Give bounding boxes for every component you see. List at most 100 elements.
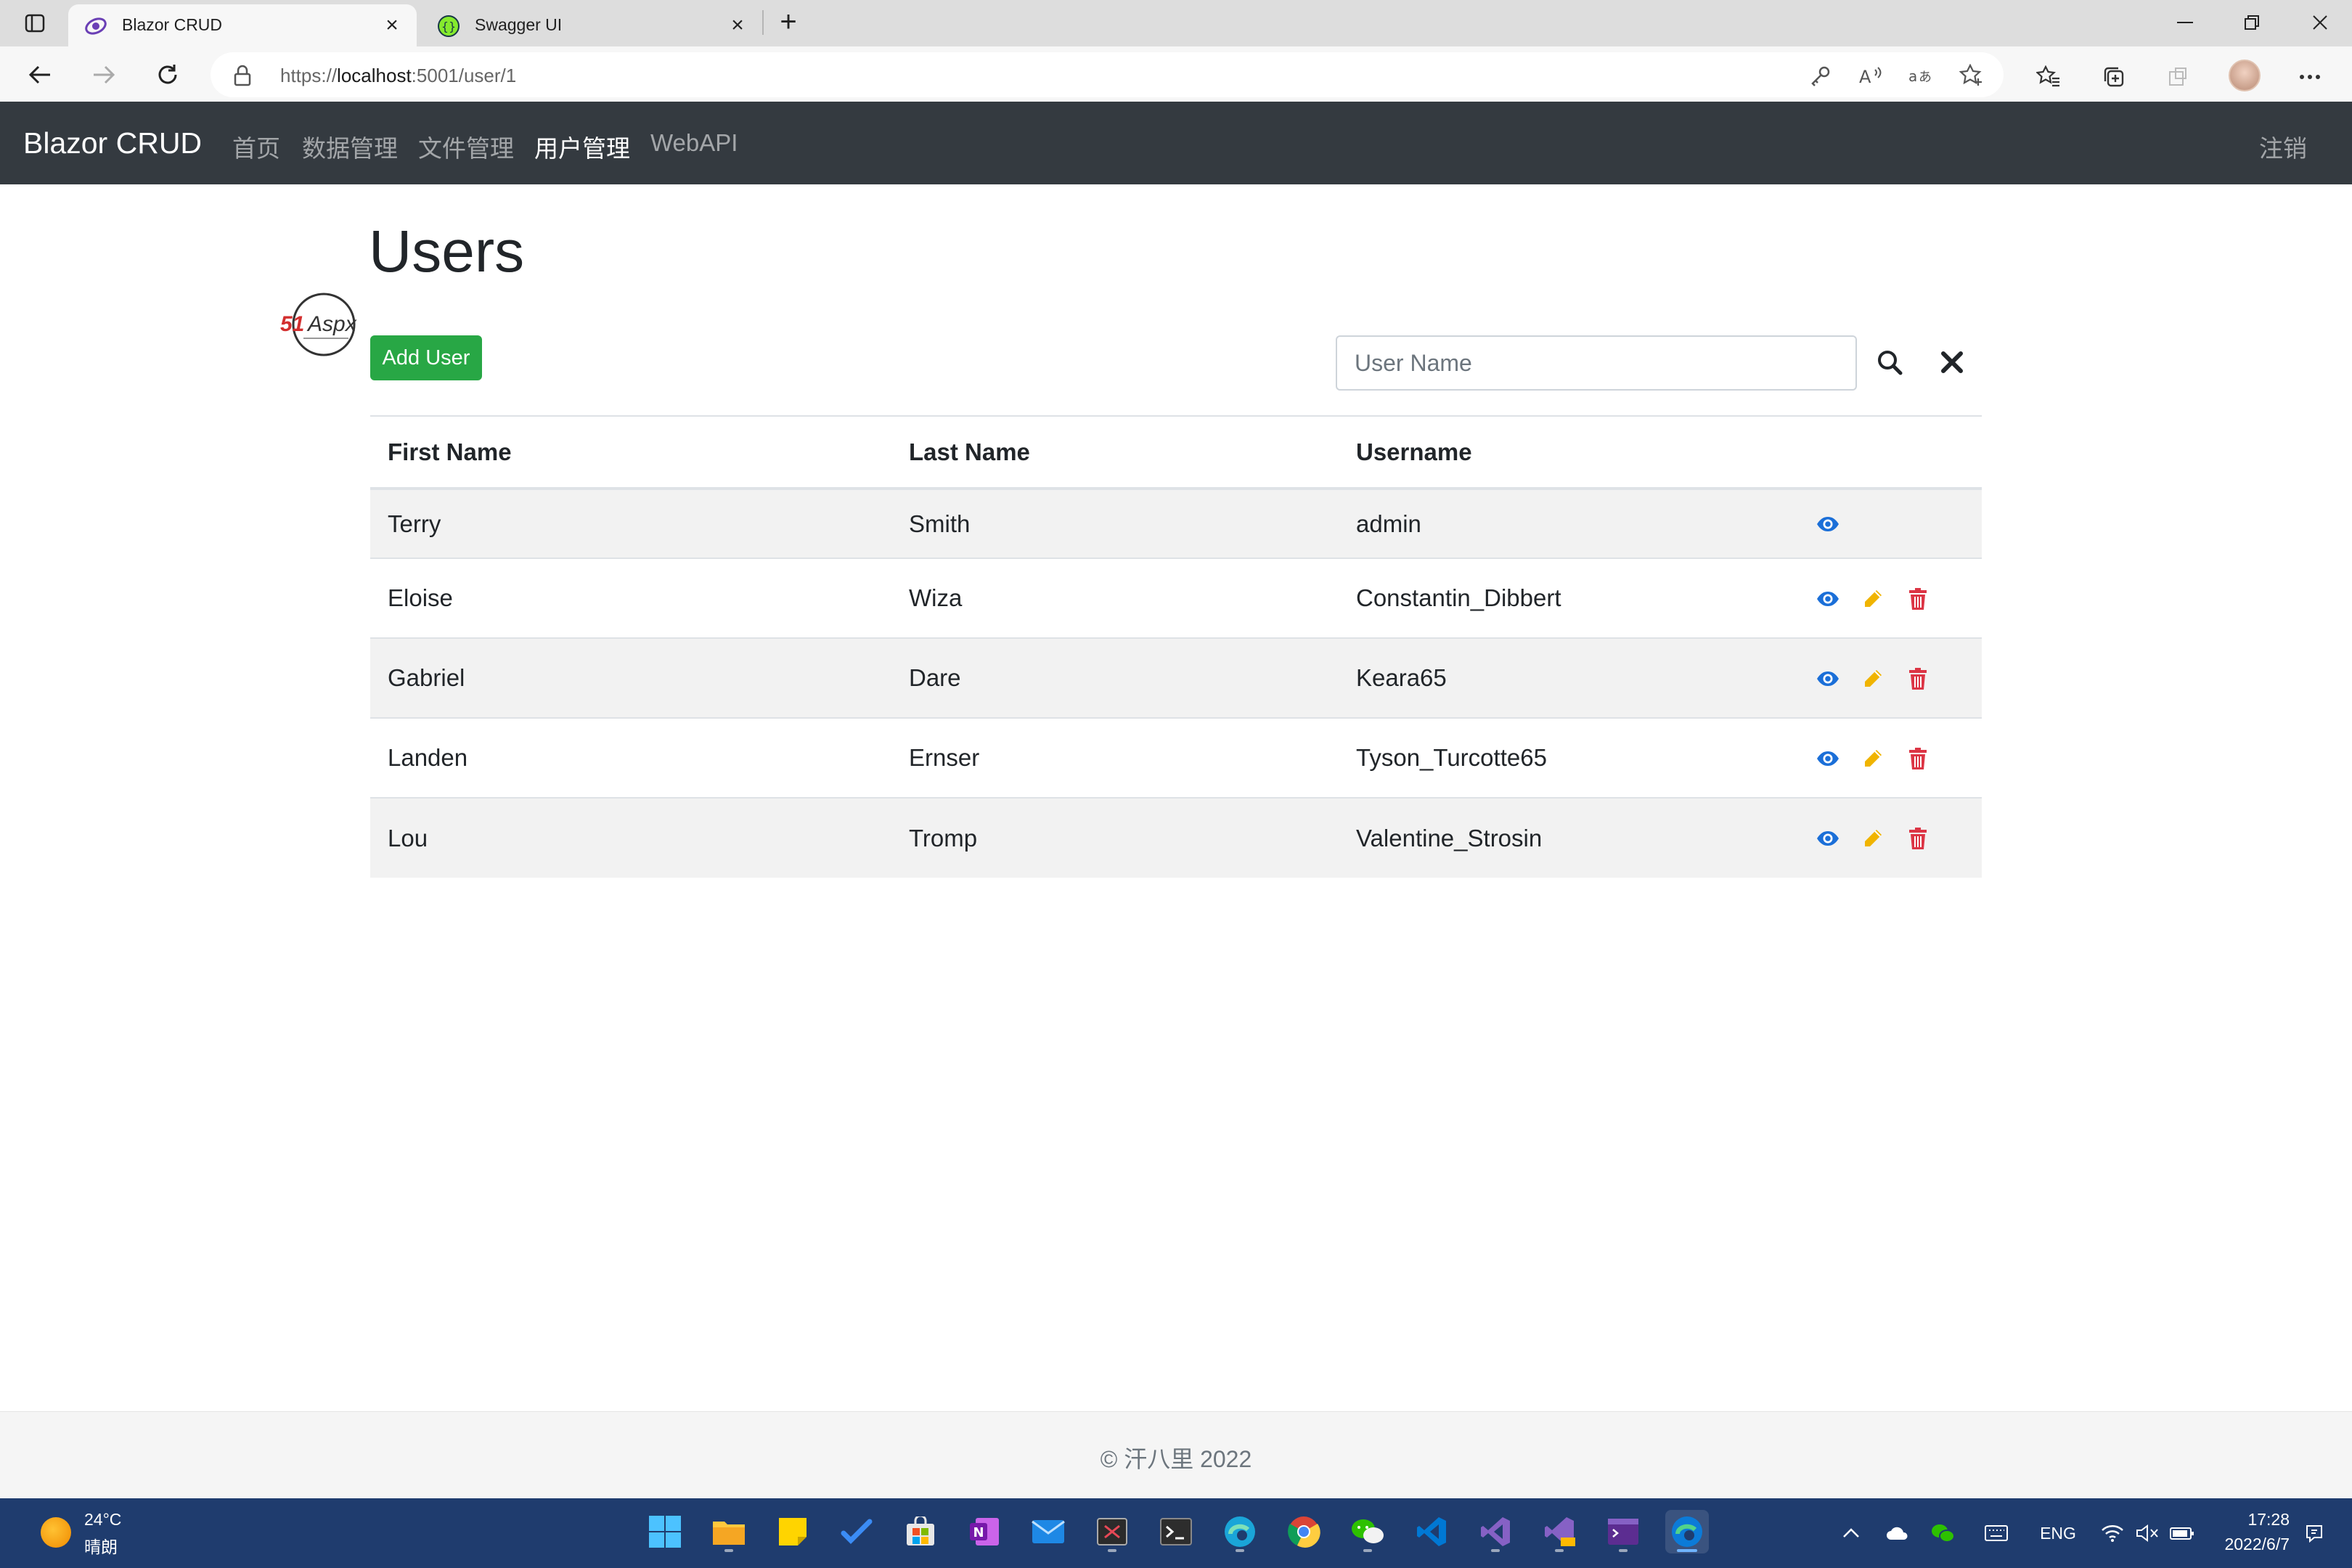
wifi-icon[interactable] <box>2098 1519 2127 1548</box>
mail-icon[interactable] <box>1026 1510 1070 1553</box>
onedrive-cloud-icon[interactable] <box>1883 1519 1912 1548</box>
delete-trash-icon[interactable] <box>1903 664 1932 693</box>
cell-first-name: Terry <box>370 488 891 558</box>
logout-link[interactable]: 注销 <box>2259 129 2307 164</box>
start-menu-icon[interactable] <box>643 1510 687 1553</box>
table-row: Terry Smith admin <box>370 488 1982 558</box>
back-arrow-icon[interactable] <box>22 57 58 93</box>
edit-pencil-icon[interactable] <box>1858 744 1887 773</box>
cell-first-name: Eloise <box>370 558 891 638</box>
forward-arrow-icon[interactable] <box>86 57 122 93</box>
chrome-icon[interactable] <box>1282 1510 1326 1553</box>
close-tab-icon[interactable]: × <box>726 13 749 38</box>
tab-blazor-crud[interactable]: Blazor CRUD × <box>68 4 417 46</box>
delete-trash-icon[interactable] <box>1903 744 1932 773</box>
tab-actions-icon[interactable] <box>20 10 49 36</box>
view-eye-icon[interactable] <box>1813 744 1842 773</box>
cell-last-name: Dare <box>891 637 1339 718</box>
username-search-input[interactable] <box>1336 335 1857 391</box>
cell-last-name: Tromp <box>891 797 1339 878</box>
edit-pencil-icon[interactable] <box>1858 824 1887 853</box>
nav-link-home[interactable]: 首页 <box>232 129 280 164</box>
wechat-icon[interactable] <box>1346 1510 1389 1553</box>
delete-trash-icon[interactable] <box>1903 584 1932 613</box>
browser-tab-bar: Blazor CRUD × {} Swagger UI × + <box>0 0 2352 46</box>
brand-link[interactable]: Blazor CRUD <box>23 126 202 160</box>
minimize-icon[interactable] <box>2163 4 2207 41</box>
delete-trash-icon[interactable] <box>1903 824 1932 853</box>
cell-last-name: Wiza <box>891 558 1339 638</box>
clock-time[interactable]: 17:28 <box>2247 1510 2290 1530</box>
nav-link-data[interactable]: 数据管理 <box>302 129 398 164</box>
collections-icon[interactable] <box>2098 61 2130 93</box>
more-menu-icon[interactable] <box>2294 61 2326 93</box>
row-actions <box>1796 488 1982 558</box>
column-header-last-name: Last Name <box>891 415 1339 490</box>
vscode-icon[interactable] <box>1410 1510 1453 1553</box>
profile-avatar[interactable] <box>2229 60 2261 91</box>
add-user-button[interactable]: Add User <box>370 335 482 380</box>
tab-swagger-ui[interactable]: {} Swagger UI × <box>421 4 762 46</box>
battery-icon[interactable] <box>2168 1519 2197 1548</box>
read-aloud-icon[interactable]: A <box>1857 62 1886 89</box>
input-language[interactable]: ENG <box>2033 1519 2083 1548</box>
lock-icon[interactable] <box>232 65 253 86</box>
nav-link-files[interactable]: 文件管理 <box>418 129 514 164</box>
table-row: Landen Ernser Tyson_Turcotte65 <box>370 717 1982 798</box>
edge-dev-icon[interactable] <box>1218 1510 1262 1553</box>
notification-icon[interactable] <box>2300 1519 2329 1548</box>
key-icon[interactable] <box>1806 62 1835 89</box>
view-eye-icon[interactable] <box>1813 664 1842 693</box>
weather-sun-icon[interactable] <box>41 1517 71 1548</box>
weather-temperature[interactable]: 24°C <box>84 1510 121 1530</box>
edit-pencil-icon[interactable] <box>1858 664 1887 693</box>
terminal-icon[interactable] <box>1154 1510 1198 1553</box>
snipping-tool-icon[interactable] <box>1090 1510 1134 1553</box>
show-hidden-icons-chevron-icon[interactable] <box>1837 1519 1866 1548</box>
microsoft-store-icon[interactable] <box>899 1510 942 1553</box>
app-navbar: Blazor CRUD 首页 数据管理 文件管理 用户管理 WebAPI 注销 <box>0 102 2352 184</box>
weather-description[interactable]: 晴朗 <box>84 1533 118 1558</box>
visual-studio-preview-icon[interactable] <box>1538 1510 1581 1553</box>
todo-icon[interactable] <box>835 1510 878 1553</box>
cell-username: admin <box>1339 488 1796 558</box>
edit-pencil-icon[interactable] <box>1858 584 1887 613</box>
copyright-text: © 汗八里 2022 <box>1100 1446 1252 1472</box>
svg-text:51: 51 <box>280 312 304 336</box>
favorites-icon[interactable] <box>2033 61 2065 93</box>
keyboard-icon[interactable] <box>1982 1519 2011 1548</box>
view-eye-icon[interactable] <box>1813 510 1842 539</box>
clock-date[interactable]: 2022/6/7 <box>2224 1535 2290 1554</box>
table-row: Eloise Wiza Constantin_Dibbert <box>370 558 1982 638</box>
view-eye-icon[interactable] <box>1813 824 1842 853</box>
reload-icon[interactable] <box>150 57 186 93</box>
close-window-icon[interactable] <box>2298 4 2342 41</box>
row-actions <box>1796 558 1982 638</box>
edge-icon[interactable] <box>1665 1510 1709 1553</box>
table-row: Gabriel Dare Keara65 <box>370 637 1982 718</box>
extensions-icon[interactable] <box>2162 61 2194 93</box>
svg-text:{}: {} <box>441 20 456 33</box>
search-icon[interactable] <box>1871 344 1908 380</box>
tab-separator <box>762 10 764 35</box>
users-table: First Name Last Name Username Terry Smith… <box>370 415 1982 878</box>
address-bar[interactable]: https://localhost:5001/user/1 A aあ <box>211 52 2004 97</box>
cell-username: Valentine_Strosin <box>1339 797 1796 878</box>
add-favorite-icon[interactable] <box>1957 62 1986 89</box>
file-explorer-icon[interactable] <box>707 1510 751 1553</box>
nav-link-users[interactable]: 用户管理 <box>534 129 630 164</box>
onenote-icon[interactable]: N <box>963 1510 1006 1553</box>
nav-link-webapi[interactable]: WebAPI <box>650 129 738 157</box>
volume-muted-icon[interactable] <box>2133 1519 2162 1548</box>
view-eye-icon[interactable] <box>1813 584 1842 613</box>
wechat-tray-icon[interactable] <box>1928 1519 1957 1548</box>
clear-search-icon[interactable] <box>1934 344 1970 380</box>
vs-terminal-icon[interactable] <box>1601 1510 1645 1553</box>
row-actions <box>1796 637 1982 718</box>
sticky-notes-icon[interactable] <box>771 1510 814 1553</box>
translate-icon[interactable]: aあ <box>1906 62 1935 89</box>
close-tab-icon[interactable]: × <box>380 13 404 38</box>
restore-icon[interactable] <box>2230 4 2274 41</box>
new-tab-button[interactable]: + <box>772 7 804 39</box>
visual-studio-icon[interactable] <box>1474 1510 1517 1553</box>
